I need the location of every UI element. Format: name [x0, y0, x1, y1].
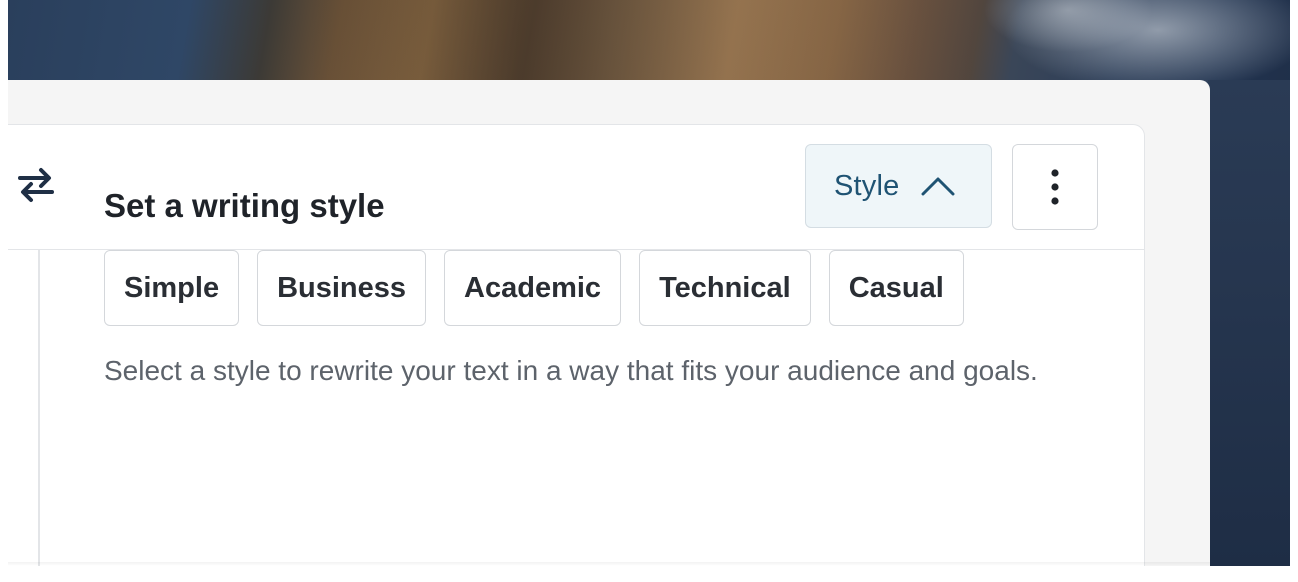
style-option-technical[interactable]: Technical	[639, 250, 811, 326]
style-option-casual[interactable]: Casual	[828, 250, 964, 326]
left-divider	[38, 250, 40, 567]
style-description: Select a style to rewrite your text in a…	[104, 355, 1038, 386]
writing-style-section: Set a writing style Simple Business Acad…	[104, 186, 1064, 394]
style-option-simple[interactable]: Simple	[104, 250, 240, 326]
swap-arrows-icon[interactable]	[16, 165, 56, 205]
bottom-margin	[0, 566, 1298, 582]
screen: Style Set a writing style Simple Busines…	[0, 0, 1298, 582]
wallpaper-cliff-shade	[308, 0, 1008, 80]
wallpaper-ocean	[1208, 80, 1290, 566]
style-option-academic[interactable]: Academic	[444, 250, 622, 326]
style-options: Simple Business Academic Technical Casua…	[104, 250, 1064, 326]
style-option-business[interactable]: Business	[257, 250, 427, 326]
section-title: Set a writing style	[104, 187, 385, 224]
